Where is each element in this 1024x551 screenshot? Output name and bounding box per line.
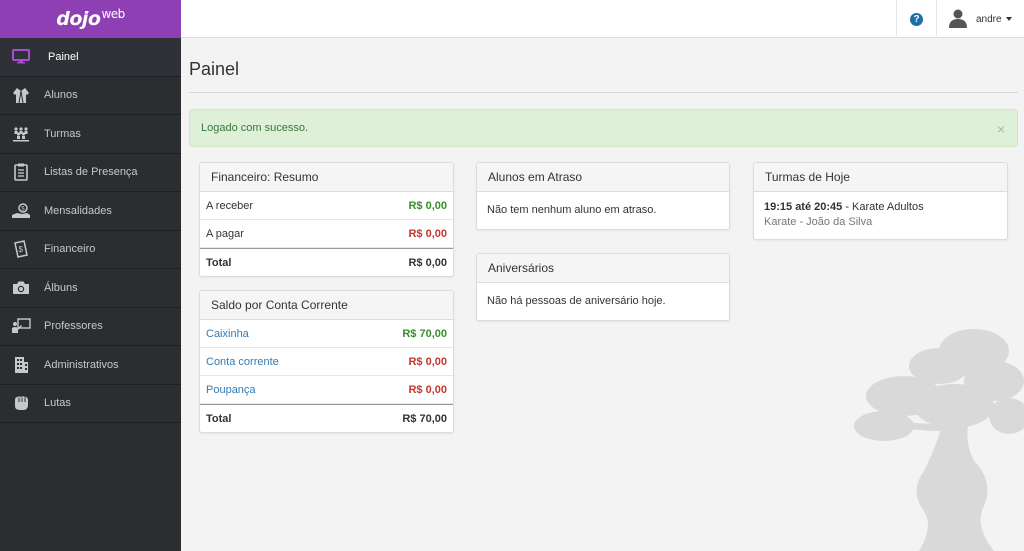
panel-title: Saldo por Conta Corrente — [200, 291, 453, 320]
account-link[interactable]: Conta corrente — [206, 356, 279, 368]
page-title: Painel — [189, 59, 240, 79]
account-link[interactable]: Caixinha — [206, 328, 249, 340]
row-value: R$ 0,00 — [408, 383, 447, 396]
table-row: Conta corrente R$ 0,00 — [200, 348, 453, 376]
table-row: A receber R$ 0,00 — [200, 192, 453, 220]
monitor-icon — [11, 48, 31, 66]
class-detail: Karate - João da Silva — [764, 216, 873, 228]
logo[interactable]: dojoweb — [0, 0, 181, 38]
uniform-icon — [11, 86, 31, 104]
alunos-atraso-panel: Alunos em Atraso Não tem nenhum aluno em… — [476, 162, 730, 230]
sidebar-item-albuns[interactable]: Álbuns — [0, 269, 181, 308]
class-entry[interactable]: 19:15 até 20:45 - Karate Adultos Karate … — [754, 192, 1007, 239]
teacher-icon — [11, 317, 31, 335]
chevron-down-icon — [1005, 17, 1012, 21]
close-icon[interactable]: × — [997, 121, 1005, 137]
panel-message: Não tem nenhum aluno em atraso. — [487, 204, 657, 216]
class-name: - Karate Adultos — [842, 201, 924, 213]
panel-message: Não há pessoas de aniversário hoje. — [487, 295, 666, 307]
saldo-panel: Saldo por Conta Corrente Caixinha R$ 70,… — [199, 290, 454, 433]
help-button[interactable]: ? — [896, 0, 936, 38]
table-row: Caixinha R$ 70,00 — [200, 320, 453, 348]
row-label: Total — [206, 256, 232, 269]
group-icon — [11, 125, 31, 143]
divider — [189, 92, 1018, 93]
table-row-total: Total R$ 0,00 — [200, 248, 453, 276]
sidebar-item-label: Listas de Presença — [44, 166, 138, 179]
row-value: R$ 0,00 — [408, 227, 447, 240]
turmas-hoje-panel: Turmas de Hoje 19:15 até 20:45 - Karate … — [753, 162, 1008, 240]
aniversarios-panel: Aniversários Não há pessoas de aniversár… — [476, 253, 730, 321]
user-name: andre — [976, 13, 1002, 25]
camera-icon — [11, 279, 31, 297]
row-value: R$ 70,00 — [402, 327, 447, 340]
sidebar-item-professores[interactable]: Professores — [0, 308, 181, 346]
fist-icon — [11, 394, 31, 412]
panel-title: Financeiro: Resumo — [200, 163, 453, 192]
sidebar-item-alunos[interactable]: Alunos — [0, 77, 181, 115]
panel-title: Turmas de Hoje — [754, 163, 1007, 192]
sidebar-item-label: Painel — [48, 50, 79, 63]
user-avatar-icon — [949, 8, 967, 31]
payment-icon: $ — [11, 202, 31, 220]
sidebar-item-financeiro[interactable]: $ Financeiro — [0, 231, 181, 269]
table-row: A pagar R$ 0,00 — [200, 220, 453, 248]
main-content: Painel Logado com sucesso. × Financeiro:… — [181, 39, 1024, 551]
sidebar-item-painel[interactable]: Painel — [0, 38, 181, 77]
sidebar: dojoweb Painel Alunos Turmas Listas de P… — [0, 0, 181, 551]
logo-text: dojoweb — [56, 7, 125, 30]
sidebar-item-label: Professores — [44, 320, 103, 333]
row-label: A pagar — [206, 227, 244, 240]
row-value: R$ 0,00 — [408, 199, 447, 212]
row-value: R$ 0,00 — [408, 256, 447, 269]
row-label: Total — [206, 412, 232, 425]
sidebar-item-label: Lutas — [44, 397, 71, 410]
row-value: R$ 0,00 — [408, 355, 447, 368]
sidebar-item-listas-presenca[interactable]: Listas de Presença — [0, 154, 181, 192]
sidebar-item-mensalidades[interactable]: $ Mensalidades — [0, 192, 181, 231]
user-menu[interactable]: andre — [936, 0, 1024, 38]
table-row: Poupança R$ 0,00 — [200, 376, 453, 404]
sidebar-item-administrativos[interactable]: Administrativos — [0, 346, 181, 385]
sidebar-item-label: Turmas — [44, 127, 81, 140]
sidebar-item-label: Alunos — [44, 89, 78, 102]
sidebar-item-label: Administrativos — [44, 358, 119, 371]
help-icon: ? — [910, 12, 923, 26]
sidebar-item-turmas[interactable]: Turmas — [0, 115, 181, 154]
topbar: ? andre — [181, 0, 1024, 38]
sidebar-item-label: Financeiro — [44, 243, 96, 256]
clipboard-icon — [11, 163, 31, 182]
table-row-total: Total R$ 70,00 — [200, 404, 453, 432]
panel-title: Aniversários — [477, 254, 729, 283]
alert-message: Logado com sucesso. — [201, 122, 309, 134]
bonsai-tree-illustration — [854, 329, 1024, 551]
money-icon: $ — [11, 240, 31, 259]
row-label: A receber — [206, 199, 254, 212]
building-icon — [11, 356, 31, 374]
account-link[interactable]: Poupança — [206, 384, 256, 396]
sidebar-item-label: Álbuns — [44, 281, 78, 294]
financeiro-panel: Financeiro: Resumo A receber R$ 0,00 A p… — [199, 162, 454, 277]
sidebar-item-lutas[interactable]: Lutas — [0, 385, 181, 423]
success-alert: Logado com sucesso. × — [189, 109, 1018, 147]
row-value: R$ 70,00 — [402, 412, 447, 425]
svg-text:$: $ — [19, 245, 24, 254]
panel-title: Alunos em Atraso — [477, 163, 729, 192]
sidebar-item-label: Mensalidades — [44, 204, 112, 217]
class-time: 19:15 até 20:45 — [764, 201, 843, 213]
